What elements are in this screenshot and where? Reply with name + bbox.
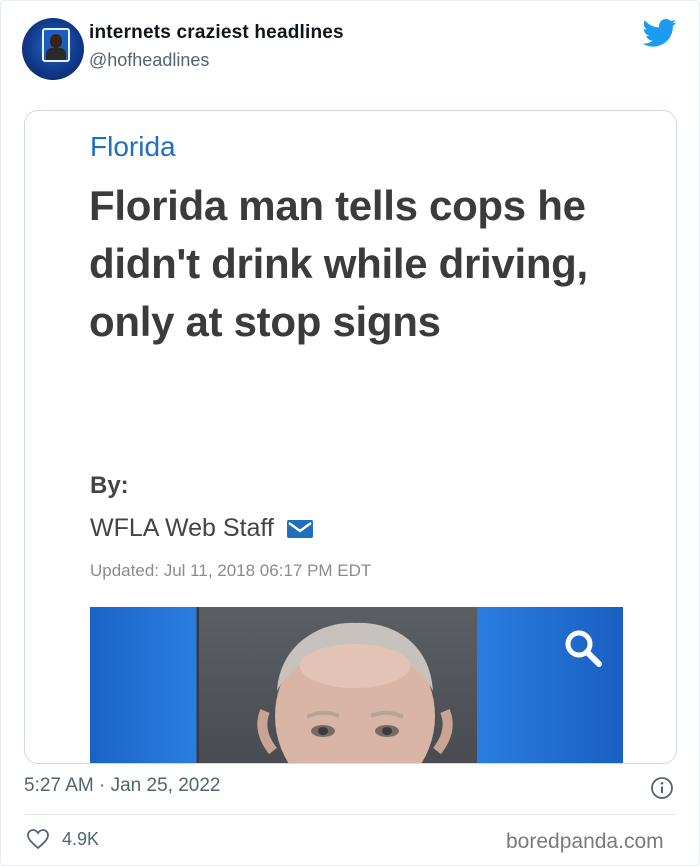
footer-divider (24, 814, 676, 815)
mugshot-photo (90, 607, 623, 763)
tweet-embed: internets craziest headlines @hofheadlin… (0, 0, 700, 866)
article-headline: Florida man tells cops he didn't drink w… (89, 182, 588, 345)
twitter-bird-icon[interactable] (643, 18, 677, 48)
watermark-text: boredpanda.com (506, 830, 664, 853)
heart-icon[interactable] (26, 828, 50, 850)
author-avatar[interactable] (22, 18, 84, 80)
like-count: 4.9K (62, 828, 100, 849)
info-icon[interactable] (650, 776, 674, 800)
article-screenshot: Florida Florida man tells cops he didn't… (25, 111, 676, 763)
byline: WFLA Web Staff (90, 514, 314, 543)
search-icon[interactable] (562, 627, 604, 669)
tweet-timestamp[interactable]: 5:27 AM · Jan 25, 2022 (24, 775, 220, 797)
mail-icon[interactable] (286, 519, 314, 539)
author-handle[interactable]: @hofheadlines (89, 50, 209, 71)
like-button[interactable]: 4.9K (26, 828, 99, 850)
article-category: Florida (90, 131, 176, 162)
avatar-shirt (46, 48, 66, 60)
avatar-photo (42, 28, 70, 62)
author-byline: WFLA Web Staff (90, 514, 274, 542)
avatar-head (50, 34, 62, 48)
author-name[interactable]: internets craziest headlines (89, 22, 344, 44)
man-mugshot-image (257, 622, 453, 763)
by-label: By: (90, 472, 129, 499)
media-card[interactable]: Florida Florida man tells cops he didn't… (24, 110, 677, 764)
updated-timestamp: Updated: Jul 11, 2018 06:17 PM EDT (90, 561, 372, 580)
